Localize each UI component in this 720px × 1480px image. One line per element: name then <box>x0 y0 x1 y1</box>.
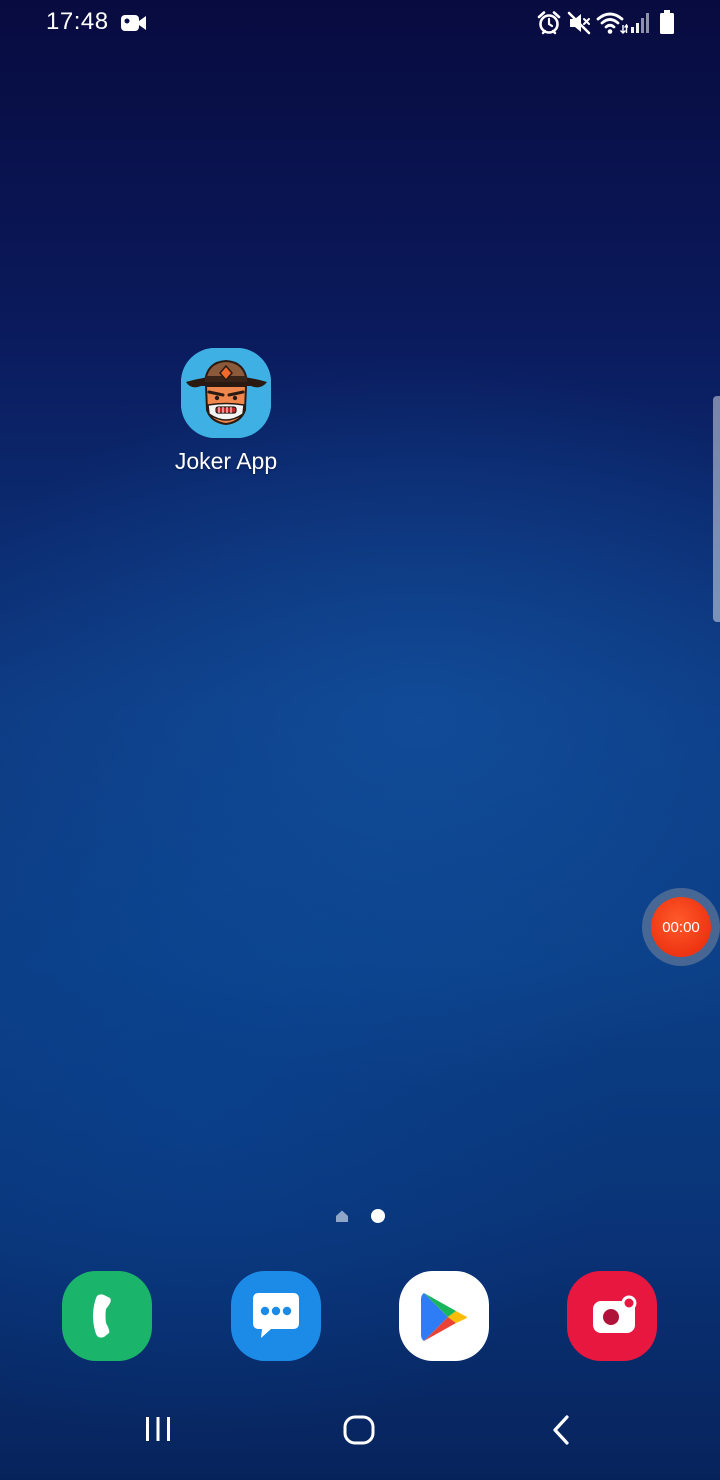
screen-recorder-bubble[interactable]: 00:00 <box>642 888 720 966</box>
messages-icon <box>253 1293 299 1338</box>
app-shortcut-joker-app[interactable]: Joker App <box>160 348 292 475</box>
app-label: Joker App <box>174 448 278 474</box>
alarm-icon <box>536 10 562 41</box>
status-bar: 17:48 <box>0 0 720 46</box>
battery-icon <box>658 9 676 42</box>
recent-apps-button[interactable] <box>141 1412 175 1451</box>
signal-icon <box>630 10 652 41</box>
video-camera-icon <box>120 12 148 39</box>
phone-icon <box>93 1294 111 1338</box>
home-screen: 17:48 Joker App 00:00 <box>0 0 720 1480</box>
recorder-timer: 00:00 <box>651 897 711 957</box>
joker-app-icon <box>181 348 271 438</box>
page-indicator <box>334 1207 394 1225</box>
mute-icon <box>566 10 592 41</box>
status-time: 17:48 <box>46 8 109 35</box>
dock-app-messages[interactable] <box>231 1271 321 1361</box>
home-icon <box>343 1415 375 1445</box>
recent-apps-icon <box>146 1417 170 1441</box>
dock-app-screen-recorder[interactable] <box>567 1271 657 1361</box>
dock-app-phone[interactable] <box>62 1271 152 1361</box>
wifi-icon <box>596 10 629 41</box>
back-button[interactable] <box>546 1412 576 1453</box>
screen-recorder-icon <box>593 1295 637 1333</box>
dock-app-play-store[interactable] <box>399 1271 489 1361</box>
current-page-dot[interactable] <box>371 1209 385 1223</box>
home-button[interactable] <box>341 1412 377 1453</box>
back-icon <box>553 1415 569 1445</box>
home-page-indicator-icon[interactable] <box>334 1208 350 1229</box>
edge-panel-handle[interactable] <box>713 396 720 622</box>
play-store-icon <box>421 1293 467 1341</box>
